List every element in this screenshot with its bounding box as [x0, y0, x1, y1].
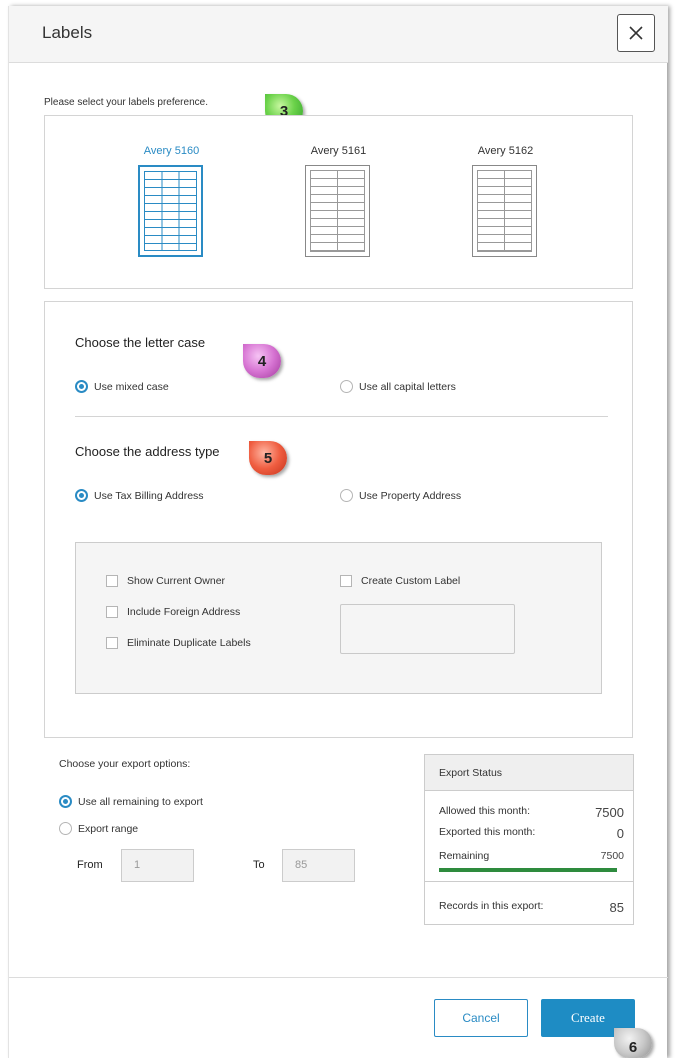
- radio-tax-billing-address[interactable]: Use Tax Billing Address: [75, 489, 204, 502]
- export-status-title: Export Status: [425, 755, 633, 791]
- radio-label: Use all capital letters: [359, 380, 456, 393]
- radio-indicator: [59, 822, 72, 835]
- remaining-value: 7500: [600, 850, 624, 862]
- exported-row: Exported this month: 0: [439, 826, 624, 841]
- records-label: Records in this export:: [439, 900, 544, 912]
- remaining-progress-fill: [439, 868, 617, 872]
- radio-indicator: [75, 489, 88, 502]
- section-divider: [75, 416, 608, 417]
- address-type-title: Choose the address type: [75, 444, 220, 459]
- dialog-title: Labels: [42, 23, 93, 42]
- dialog-header: Labels: [9, 6, 668, 63]
- footer-divider: [9, 977, 668, 978]
- close-button[interactable]: [617, 14, 655, 52]
- exported-label: Exported this month:: [439, 826, 536, 838]
- label-option-avery-5160[interactable]: Avery 5160: [138, 145, 205, 265]
- checkbox-box: [106, 606, 118, 618]
- radio-label: Export range: [78, 822, 139, 835]
- remaining-row: Remaining 7500: [439, 850, 624, 862]
- allowed-label: Allowed this month:: [439, 805, 531, 817]
- checkbox-label: Create Custom Label: [361, 575, 461, 587]
- allowed-value: 7500: [595, 805, 624, 820]
- radio-all-capital[interactable]: Use all capital letters: [340, 380, 456, 393]
- allowed-row: Allowed this month: 7500: [439, 805, 624, 820]
- checkbox-include-foreign-address[interactable]: Include Foreign Address: [106, 606, 240, 618]
- checkbox-box: [106, 575, 118, 587]
- checkbox-label: Eliminate Duplicate Labels: [127, 637, 251, 649]
- callout-4: 4: [243, 344, 281, 378]
- remaining-progress-bar: [439, 868, 617, 872]
- radio-indicator: [340, 380, 353, 393]
- checkbox-create-custom-label[interactable]: Create Custom Label: [340, 575, 460, 587]
- label-option-name: Avery 5161: [310, 145, 367, 157]
- label-sheet-icon: [472, 165, 537, 257]
- radio-indicator: [75, 380, 88, 393]
- label-option-avery-5161[interactable]: Avery 5161: [305, 145, 372, 265]
- label-option-name: Avery 5162: [477, 145, 534, 157]
- checkbox-eliminate-duplicate-labels[interactable]: Eliminate Duplicate Labels: [106, 637, 251, 649]
- close-icon: [629, 26, 643, 40]
- letter-case-title: Choose the letter case: [75, 335, 206, 350]
- records-value: 85: [609, 900, 624, 915]
- label-option-name: Avery 5160: [143, 145, 200, 157]
- from-label: From: [77, 859, 103, 871]
- radio-label: Use mixed case: [94, 380, 169, 393]
- status-divider: [425, 881, 633, 882]
- records-row: Records in this export: 85: [439, 900, 624, 915]
- to-input[interactable]: 85: [282, 849, 355, 882]
- radio-property-address[interactable]: Use Property Address: [340, 489, 461, 502]
- labels-dialog: Labels Please select your labels prefere…: [8, 6, 668, 1058]
- radio-label: Use Property Address: [359, 489, 462, 502]
- to-label: To: [253, 859, 265, 871]
- checkbox-box: [340, 575, 352, 587]
- checkbox-box: [106, 637, 118, 649]
- checkbox-show-current-owner[interactable]: Show Current Owner: [106, 575, 225, 587]
- labels-prompt: Please select your labels preference.: [44, 97, 208, 108]
- custom-label-input[interactable]: [340, 604, 515, 654]
- label-option-avery-5162[interactable]: Avery 5162: [472, 145, 539, 265]
- from-input[interactable]: 1: [121, 849, 194, 882]
- radio-export-range[interactable]: Export range: [59, 822, 138, 835]
- exported-value: 0: [616, 826, 624, 841]
- radio-use-all-remaining[interactable]: Use all remaining to export: [59, 795, 203, 808]
- labels-preference-box: Avery 5160 Avery 5161 Avery 5162: [44, 115, 633, 289]
- extras-panel: [75, 542, 602, 694]
- callout-5: 5: [249, 441, 287, 475]
- export-options-title: Choose your export options:: [59, 758, 191, 770]
- radio-mixed-case[interactable]: Use mixed case: [75, 380, 169, 393]
- checkbox-label: Show Current Owner: [127, 575, 226, 587]
- radio-label: Use Tax Billing Address: [94, 489, 204, 502]
- label-sheet-icon: [305, 165, 370, 257]
- label-sheet-icon: [138, 165, 203, 257]
- remaining-label: Remaining: [439, 850, 490, 862]
- cancel-button[interactable]: Cancel: [434, 999, 528, 1037]
- callout-6: 6: [614, 1028, 652, 1058]
- radio-indicator: [340, 489, 353, 502]
- export-status-panel: Export Status Allowed this month: 7500 E…: [424, 754, 634, 925]
- radio-indicator: [59, 795, 72, 808]
- radio-label: Use all remaining to export: [78, 795, 203, 808]
- checkbox-label: Include Foreign Address: [127, 606, 241, 618]
